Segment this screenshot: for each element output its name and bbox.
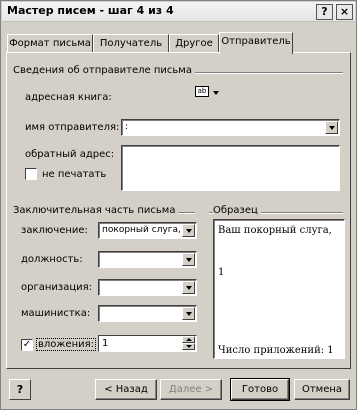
sample-group-title: Образец — [213, 205, 261, 216]
chevron-down-icon[interactable] — [182, 307, 195, 320]
tab-sender[interactable]: Отправитель — [219, 32, 293, 54]
position-label: должность: — [21, 254, 83, 265]
tab-other[interactable]: Другое — [169, 34, 219, 53]
window-title: Мастер писем - шаг 4 из 4 — [7, 4, 174, 17]
attachments-spinner[interactable]: 1 — [98, 335, 197, 352]
sample-preview: Ваш покорный слуга, 1 Число приложений: … — [213, 219, 345, 359]
cancel-button[interactable]: Отмена — [294, 379, 350, 400]
sender-name-value: : — [125, 122, 129, 132]
organization-combo[interactable] — [98, 279, 197, 296]
letter-wizard-dialog: Мастер писем - шаг 4 из 4 ? × Формат пис… — [0, 0, 357, 410]
no-print-checkbox[interactable] — [25, 168, 37, 180]
closing-label: заключение: — [21, 225, 88, 236]
position-combo[interactable] — [98, 251, 197, 268]
no-print-label: не печатать — [42, 169, 107, 180]
sender-name-combo[interactable]: : — [121, 119, 340, 136]
sample-line-attachments: Число приложений: 1 — [218, 345, 334, 356]
address-book-icon[interactable]: ab — [195, 86, 209, 97]
chevron-down-icon[interactable] — [182, 224, 195, 237]
next-button[interactable]: Далее > — [160, 379, 222, 400]
close-button[interactable]: × — [336, 4, 353, 20]
sample-line-name: 1 — [218, 267, 225, 278]
sample-line-closing: Ваш покорный слуга, — [218, 225, 332, 236]
help-title-button[interactable]: ? — [316, 4, 333, 20]
sender-group-title: Сведения об отправителе письма — [13, 65, 195, 76]
back-button[interactable]: < Назад — [95, 379, 157, 400]
tab-letter-format[interactable]: Формат письма — [7, 34, 93, 53]
attachments-count: 1 — [102, 338, 109, 349]
attachments-label: вложения: — [36, 338, 96, 351]
attachments-checkbox[interactable]: ✓ — [21, 339, 33, 351]
chevron-down-icon[interactable] — [182, 281, 195, 294]
closing-group-title: Заключительная часть письма — [13, 205, 179, 216]
typist-combo[interactable] — [98, 305, 197, 322]
chevron-down-icon[interactable] — [182, 253, 195, 266]
spin-up-icon[interactable] — [182, 336, 195, 343]
chevron-down-icon[interactable] — [213, 91, 219, 95]
organization-label: организация: — [21, 282, 93, 293]
finish-button[interactable]: Готово — [230, 378, 290, 401]
title-bar: Мастер писем - шаг 4 из 4 ? × — [2, 2, 355, 22]
closing-combo[interactable]: покорный слуга, — [98, 222, 197, 239]
chevron-down-icon[interactable] — [325, 121, 338, 134]
return-address-label: обратный адрес: — [25, 149, 115, 160]
closing-value: покорный слуга, — [102, 225, 181, 235]
sender-name-label: имя отправителя: — [25, 122, 120, 133]
help-button[interactable]: ? — [9, 379, 31, 400]
address-book-label: адресная книга: — [25, 92, 112, 103]
typist-label: машинистка: — [21, 308, 91, 319]
return-address-field[interactable] — [121, 145, 340, 191]
tab-recipient[interactable]: Получатель — [93, 34, 169, 53]
spin-down-icon[interactable] — [182, 343, 195, 350]
